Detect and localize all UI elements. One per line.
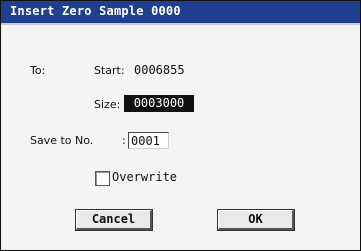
start-value: 0006855 <box>134 63 185 77</box>
size-label: Size: <box>94 98 121 111</box>
size-field[interactable]: 0003000 <box>124 95 194 112</box>
save-to-no-field[interactable]: 0001 <box>128 132 169 149</box>
start-label: Start: <box>94 64 125 77</box>
cancel-button[interactable]: Cancel <box>75 209 153 231</box>
overwrite-label[interactable]: Overwrite <box>112 170 177 184</box>
to-label: To: <box>30 64 46 77</box>
insert-zero-sample-dialog: Insert Zero Sample 0000 To: Start: 00068… <box>0 0 361 251</box>
dialog-title: Insert Zero Sample 0000 <box>10 4 181 18</box>
ok-button[interactable]: OK <box>217 209 295 231</box>
save-to-no-colon: : <box>122 134 126 147</box>
dialog-titlebar: Insert Zero Sample 0000 <box>1 1 360 25</box>
overwrite-checkbox[interactable] <box>95 171 110 186</box>
save-to-no-label: Save to No. <box>30 134 94 147</box>
